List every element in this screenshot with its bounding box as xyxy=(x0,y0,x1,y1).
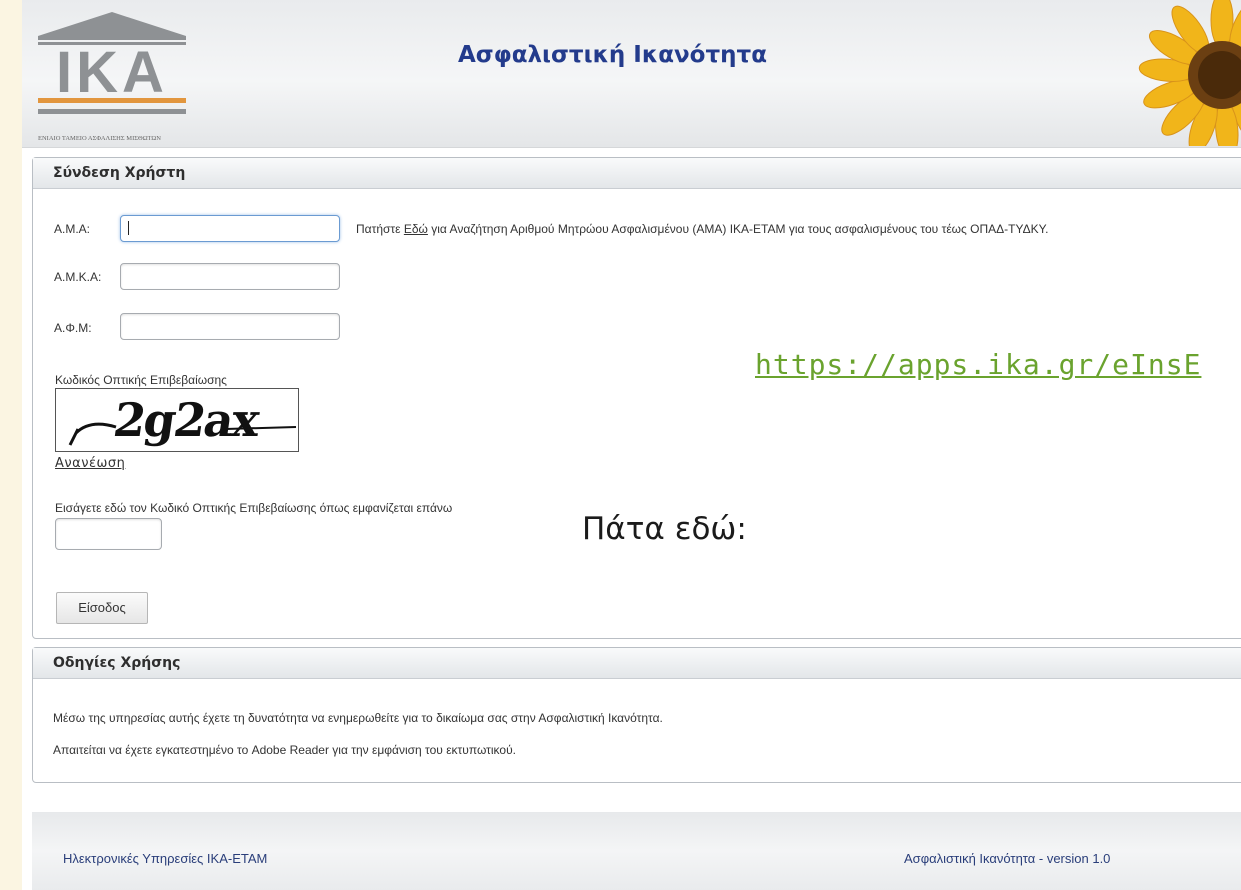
amka-input[interactable] xyxy=(120,263,340,290)
login-button[interactable]: Είσοδος xyxy=(56,592,148,624)
ama-hint: Πατήστε Εδώ για Αναζήτηση Αριθμού Μητρώο… xyxy=(356,222,1048,236)
footer-version-text: Ασφαλιστική Ικανότητα - version 1.0 xyxy=(904,851,1111,866)
page: IKA ΕΝΙΑΙΟ ΤΑΜΕΙΟ ΑΣΦΑΛΙΣΗΣ ΜΙΣΘΩΤΩΝ Ασφ… xyxy=(0,0,1241,890)
site-footer: Ηλεκτρονικές Υπηρεσίες ΙΚΑ-ΕΤΑΜ Ασφαλιστ… xyxy=(32,812,1241,890)
overlay-url-link[interactable]: https://apps.ika.gr/eInsE xyxy=(755,348,1201,381)
ika-logo[interactable]: IKA ΕΝΙΑΙΟ ΤΑΜΕΙΟ ΑΣΦΑΛΙΣΗΣ ΜΙΣΘΩΤΩΝ xyxy=(32,10,192,145)
ama-input[interactable] xyxy=(120,215,340,242)
ama-label: Α.Μ.Α: xyxy=(54,222,91,236)
captcha-label: Κωδικός Οπτικής Επιβεβαίωσης xyxy=(55,373,227,387)
text-caret xyxy=(128,221,129,235)
sunflower-image xyxy=(1112,0,1241,146)
ika-logo-graphic: IKA ΕΝΙΑΙΟ ΤΑΜΕΙΟ ΑΣΦΑΛΙΣΗΣ ΜΙΣΘΩΤΩΝ xyxy=(38,12,186,142)
captcha-image: 2g2ax xyxy=(55,388,299,452)
site-header: IKA ΕΝΙΑΙΟ ΤΑΜΕΙΟ ΑΣΦΑΛΙΣΗΣ ΜΙΣΘΩΤΩΝ Ασφ… xyxy=(22,0,1241,148)
afm-input[interactable] xyxy=(120,313,340,340)
instructions-panel: Οδηγίες Χρήσης Μέσω της υπηρεσίας αυτής … xyxy=(32,647,1241,783)
instructions-line-2: Απαιτείται να έχετε εγκατεστημένο το Ado… xyxy=(53,743,516,757)
captcha-input[interactable] xyxy=(55,518,162,550)
captcha-refresh-link[interactable]: Ανανέωση xyxy=(55,456,125,471)
ama-search-link[interactable]: Εδώ xyxy=(404,222,428,236)
left-margin-strip xyxy=(0,0,22,890)
instructions-panel-heading: Οδηγίες Χρήσης xyxy=(33,648,1241,679)
instructions-line-1: Μέσω της υπηρεσίας αυτής έχετε τη δυνατό… xyxy=(53,711,663,725)
ama-hint-suffix: για Αναζήτηση Αριθμού Μητρώου Ασφαλισμέν… xyxy=(427,222,1049,236)
ama-hint-prefix: Πατήστε xyxy=(356,222,404,236)
overlay-label: Πάτα εδώ: xyxy=(582,511,747,547)
captcha-instruction: Εισάγετε εδώ τον Κωδικό Οπτικής Επιβεβαί… xyxy=(55,501,453,515)
captcha-code: 2g2ax xyxy=(110,393,262,447)
afm-label: Α.Φ.Μ: xyxy=(54,321,92,335)
logo-subtitle: ΕΝΙΑΙΟ ΤΑΜΕΙΟ ΑΣΦΑΛΙΣΗΣ ΜΙΣΘΩΤΩΝ xyxy=(38,135,161,142)
amka-label: Α.Μ.Κ.Α: xyxy=(54,270,102,284)
login-panel-heading: Σύνδεση Χρήστη xyxy=(33,158,1241,189)
footer-services-text: Ηλεκτρονικές Υπηρεσίες ΙΚΑ-ΕΤΑΜ xyxy=(63,851,268,866)
login-panel: Σύνδεση Χρήστη Α.Μ.Α: Πατήστε Εδώ για Αν… xyxy=(32,157,1241,639)
site-title: Ασφαλιστική Ικανότητα xyxy=(458,42,767,68)
logo-wordmark: IKA xyxy=(56,40,168,105)
